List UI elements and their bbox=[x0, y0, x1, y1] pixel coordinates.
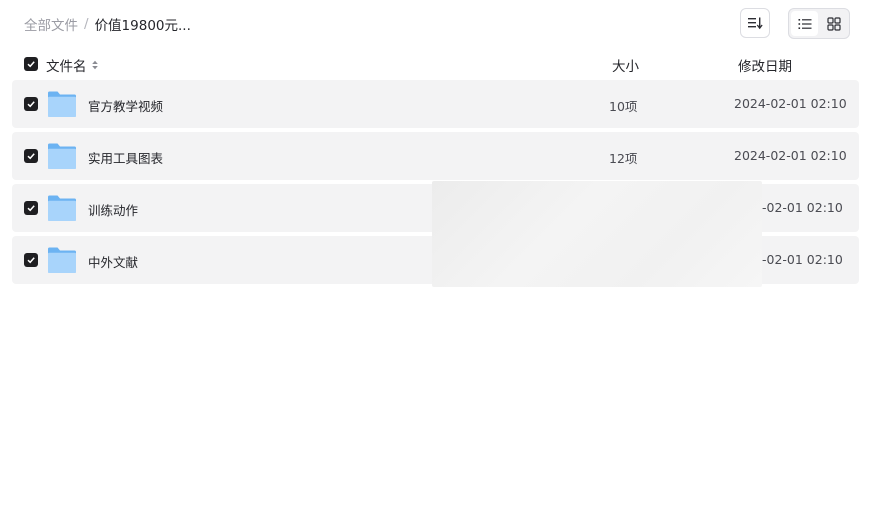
file-name: 中外文献 bbox=[88, 255, 139, 270]
redaction-overlay bbox=[432, 181, 762, 287]
breadcrumb-current: 价值19800元... bbox=[94, 18, 191, 34]
row-checkbox[interactable] bbox=[24, 97, 38, 111]
row-checkbox[interactable] bbox=[24, 149, 38, 163]
file-name: 实用工具图表 bbox=[88, 151, 164, 166]
file-modified-date: -02-01 02:10 bbox=[762, 200, 843, 215]
sort-toggle-icon bbox=[91, 60, 98, 70]
sort-button[interactable] bbox=[740, 8, 770, 38]
grid-view-button[interactable] bbox=[820, 11, 847, 36]
select-all-checkbox[interactable] bbox=[24, 57, 38, 71]
file-name: 官方教学视频 bbox=[88, 99, 164, 114]
grid-view-icon bbox=[826, 16, 841, 31]
breadcrumb-root-link[interactable]: 全部文件 bbox=[24, 14, 78, 34]
folder-icon bbox=[48, 143, 76, 169]
breadcrumb: 全部文件 / 价值19800元... bbox=[24, 14, 191, 34]
date-column-header[interactable]: 修改日期 bbox=[738, 55, 792, 75]
folder-icon bbox=[48, 91, 76, 117]
folder-icon bbox=[48, 247, 76, 273]
file-name: 训练动作 bbox=[88, 203, 139, 218]
breadcrumb-separator: / bbox=[84, 16, 89, 32]
list-header: 文件名 大小 修改日期 bbox=[0, 54, 874, 75]
list-view-icon bbox=[798, 18, 811, 29]
check-icon bbox=[27, 257, 35, 264]
file-row[interactable]: 官方教学视频 10项 2024-02-01 02:10 bbox=[12, 80, 859, 128]
list-view-button[interactable] bbox=[791, 11, 818, 36]
view-toggle bbox=[788, 8, 850, 39]
row-checkbox[interactable] bbox=[24, 253, 38, 267]
name-column-header[interactable]: 文件名 bbox=[46, 55, 99, 75]
check-icon bbox=[27, 61, 35, 68]
file-size: 10项 bbox=[609, 99, 638, 114]
file-size: 12项 bbox=[609, 151, 638, 166]
size-column-header[interactable]: 大小 bbox=[612, 55, 639, 75]
file-browser: 全部文件 / 价值19800元... 文件名 大小 修改日期 官方教学视频 10… bbox=[0, 0, 874, 514]
check-icon bbox=[27, 205, 35, 212]
check-icon bbox=[27, 101, 35, 108]
file-modified-date: 2024-02-01 02:10 bbox=[734, 148, 847, 163]
row-checkbox[interactable] bbox=[24, 201, 38, 215]
file-row[interactable]: 实用工具图表 12项 2024-02-01 02:10 bbox=[12, 132, 859, 180]
folder-icon bbox=[48, 195, 76, 221]
check-icon bbox=[27, 153, 35, 160]
file-modified-date: -02-01 02:10 bbox=[762, 252, 843, 267]
name-column-label: 文件名 bbox=[46, 59, 87, 75]
file-modified-date: 2024-02-01 02:10 bbox=[734, 96, 847, 111]
sort-icon bbox=[748, 17, 763, 30]
